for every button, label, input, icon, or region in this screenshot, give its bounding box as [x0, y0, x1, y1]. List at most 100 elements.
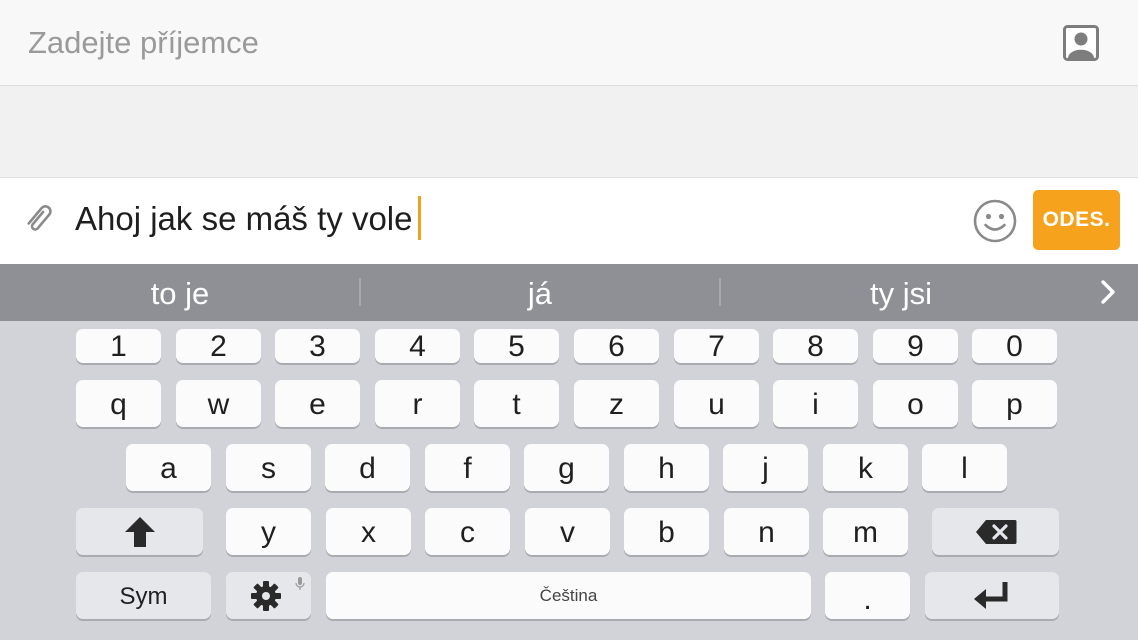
key[interactable]: i — [773, 380, 858, 427]
enter-icon — [974, 581, 1008, 609]
key[interactable]: 5 — [474, 329, 559, 363]
key[interactable]: y — [226, 508, 311, 555]
key-label: a — [160, 452, 177, 485]
key-label: u — [708, 388, 725, 421]
key[interactable]: b — [624, 508, 709, 555]
key-label: k — [858, 452, 873, 485]
key[interactable]: z — [574, 380, 659, 427]
key-label: n — [758, 516, 775, 549]
key[interactable]: c — [425, 508, 510, 555]
key-label: . — [863, 583, 872, 616]
key[interactable]: 8 — [773, 329, 858, 363]
backspace-icon — [975, 519, 1016, 544]
key-label: h — [658, 452, 675, 485]
key-label: r — [412, 388, 423, 421]
key-label: z — [609, 388, 624, 421]
key[interactable]: r — [375, 380, 460, 427]
microphone-icon — [295, 577, 305, 590]
chevron-right-icon[interactable] — [1094, 278, 1122, 306]
text-cursor — [418, 196, 422, 240]
gear-icon — [251, 581, 281, 611]
conversation-area — [0, 86, 1138, 178]
key[interactable]: 7 — [674, 329, 759, 363]
key[interactable]: o — [873, 380, 958, 427]
suggestion-item[interactable]: to je — [0, 264, 360, 321]
key[interactable]: 9 — [873, 329, 958, 363]
key[interactable]: d — [325, 444, 410, 491]
contact-person-icon[interactable] — [1063, 25, 1099, 61]
key-label: q — [110, 388, 127, 421]
key-label: 2 — [210, 330, 227, 363]
key-label: w — [207, 388, 230, 421]
key-label: 7 — [708, 330, 725, 363]
key-label: c — [460, 516, 475, 549]
enter-key[interactable] — [925, 572, 1059, 619]
key-label: 6 — [608, 330, 625, 363]
recipient-input[interactable]: Zadejte příjemce — [28, 24, 259, 62]
suggestion-item[interactable]: já — [361, 264, 719, 321]
key[interactable]: 0 — [972, 329, 1057, 363]
key-label: 1 — [110, 330, 127, 363]
key-label: 8 — [807, 330, 824, 363]
message-text: Ahoj jak se máš ty vole — [75, 200, 413, 237]
key-label: 9 — [907, 330, 924, 363]
key-label: d — [359, 452, 376, 485]
key-label: o — [907, 388, 924, 421]
key-label: i — [812, 388, 819, 421]
key[interactable]: e — [275, 380, 360, 427]
key[interactable]: g — [524, 444, 609, 491]
key-label: f — [463, 452, 472, 485]
key-label: t — [512, 388, 521, 421]
key-label: s — [261, 452, 276, 485]
key[interactable]: f — [425, 444, 510, 491]
key-label: 4 — [409, 330, 426, 363]
key-label: m — [853, 516, 878, 549]
send-button[interactable]: ODES. — [1033, 190, 1120, 250]
shift-arrow-icon — [124, 516, 155, 547]
key-label: l — [961, 452, 968, 485]
sym-key[interactable]: Sym — [76, 572, 211, 619]
key[interactable]: j — [723, 444, 808, 491]
key[interactable]: w — [176, 380, 261, 427]
key[interactable]: u — [674, 380, 759, 427]
key[interactable]: 1 — [76, 329, 161, 363]
key[interactable]: v — [525, 508, 610, 555]
key-label: x — [361, 516, 376, 549]
key[interactable]: 6 — [574, 329, 659, 363]
key[interactable]: s — [226, 444, 311, 491]
key-label: g — [558, 452, 575, 485]
message-input[interactable]: Ahoj jak se máš ty vole — [75, 196, 422, 241]
key-label: 0 — [1006, 330, 1023, 363]
period-key[interactable]: . — [825, 572, 910, 619]
space-key[interactable]: Čeština — [326, 572, 811, 619]
key[interactable]: 2 — [176, 329, 261, 363]
key[interactable]: 3 — [275, 329, 360, 363]
key-label: p — [1006, 388, 1023, 421]
key[interactable]: x — [326, 508, 411, 555]
settings-key[interactable] — [226, 572, 311, 619]
key-label: v — [560, 516, 575, 549]
key-label: j — [762, 452, 769, 485]
key[interactable]: p — [972, 380, 1057, 427]
key-label: Sym — [119, 583, 168, 610]
key[interactable]: q — [76, 380, 161, 427]
shift-key[interactable] — [76, 508, 203, 555]
key-label: 3 — [309, 330, 326, 363]
key[interactable]: m — [823, 508, 908, 555]
backspace-key[interactable] — [932, 508, 1059, 555]
key[interactable]: n — [724, 508, 809, 555]
key[interactable]: a — [126, 444, 211, 491]
paperclip-icon[interactable] — [18, 198, 60, 240]
key[interactable]: t — [474, 380, 559, 427]
key-label: y — [261, 516, 276, 549]
key[interactable]: k — [823, 444, 908, 491]
smiley-icon[interactable] — [972, 198, 1018, 244]
key[interactable]: l — [922, 444, 1007, 491]
suggestion-item[interactable]: ty jsi — [721, 264, 1081, 321]
key[interactable]: h — [624, 444, 709, 491]
key-label: b — [658, 516, 675, 549]
key-label: e — [309, 388, 326, 421]
key[interactable]: 4 — [375, 329, 460, 363]
space-key-label: Čeština — [539, 586, 598, 605]
key-label: 5 — [508, 330, 525, 363]
